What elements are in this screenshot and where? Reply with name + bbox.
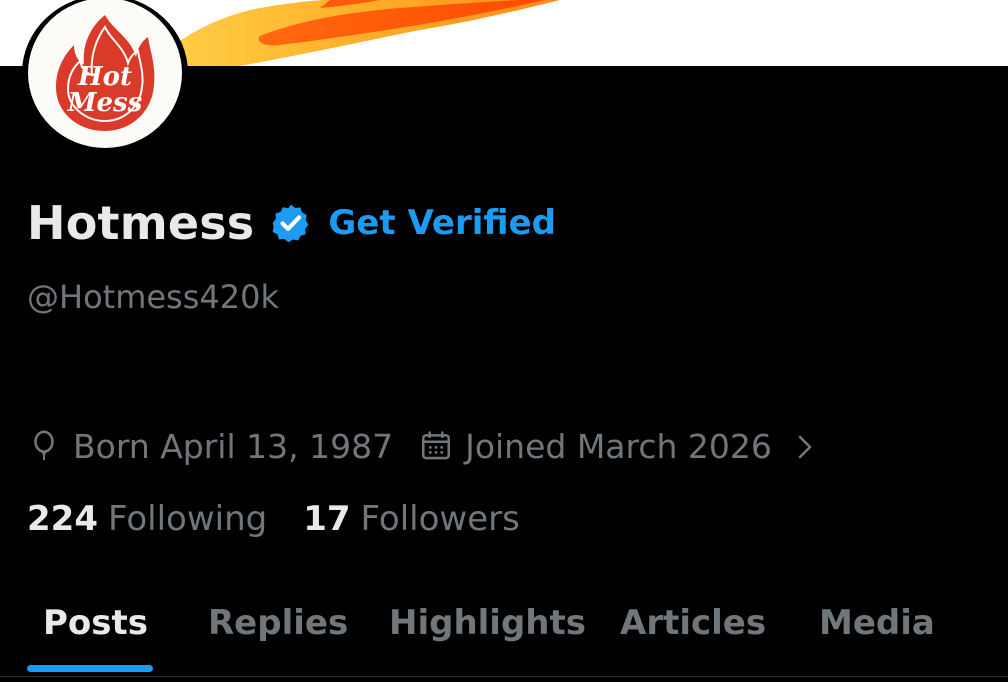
following-count: 224: [27, 499, 98, 539]
following-link[interactable]: 224 Following: [27, 499, 267, 539]
birth-date: Born April 13, 1987: [73, 426, 394, 466]
profile-tabs: Posts Replies Highlights Articles Media: [0, 590, 1008, 682]
profile-avatar[interactable]: Hot Mess: [22, 0, 188, 151]
profile-handle: @Hotmess420k: [27, 278, 279, 316]
tab-media[interactable]: Media: [819, 590, 935, 656]
profile-meta-row: Born April 13, 1987 Joined March 2026: [27, 422, 816, 470]
birthday-balloon-icon: [27, 429, 61, 463]
calendar-icon: [419, 429, 453, 463]
name-row: Hotmess Get Verified: [27, 192, 556, 254]
verified-badge-icon[interactable]: [270, 202, 312, 244]
avatar-image: Hot Mess: [28, 0, 182, 148]
join-date: Joined March 2026: [465, 426, 772, 466]
svg-text:Mess: Mess: [67, 88, 143, 118]
tab-posts[interactable]: Posts: [43, 590, 148, 656]
chevron-right-icon[interactable]: [794, 431, 816, 461]
hotmess-logo-icon: Hot Mess: [56, 15, 155, 131]
following-label: Following: [107, 499, 268, 539]
profile-page: Hot Mess Hotmess Get Verified @Hotmess42…: [0, 0, 1008, 682]
tab-replies[interactable]: Replies: [208, 590, 348, 656]
display-name: Hotmess: [27, 196, 255, 250]
followers-count: 17: [303, 499, 351, 539]
followers-link[interactable]: 17 Followers: [303, 499, 520, 539]
get-verified-link[interactable]: Get Verified: [328, 203, 556, 243]
follow-stats: 224 Following 17 Followers: [27, 496, 520, 542]
active-tab-indicator: [27, 665, 153, 672]
tab-articles[interactable]: Articles: [620, 590, 766, 656]
tabs-divider: [0, 676, 1008, 677]
followers-label: Followers: [360, 499, 520, 539]
tab-highlights[interactable]: Highlights: [389, 590, 586, 656]
